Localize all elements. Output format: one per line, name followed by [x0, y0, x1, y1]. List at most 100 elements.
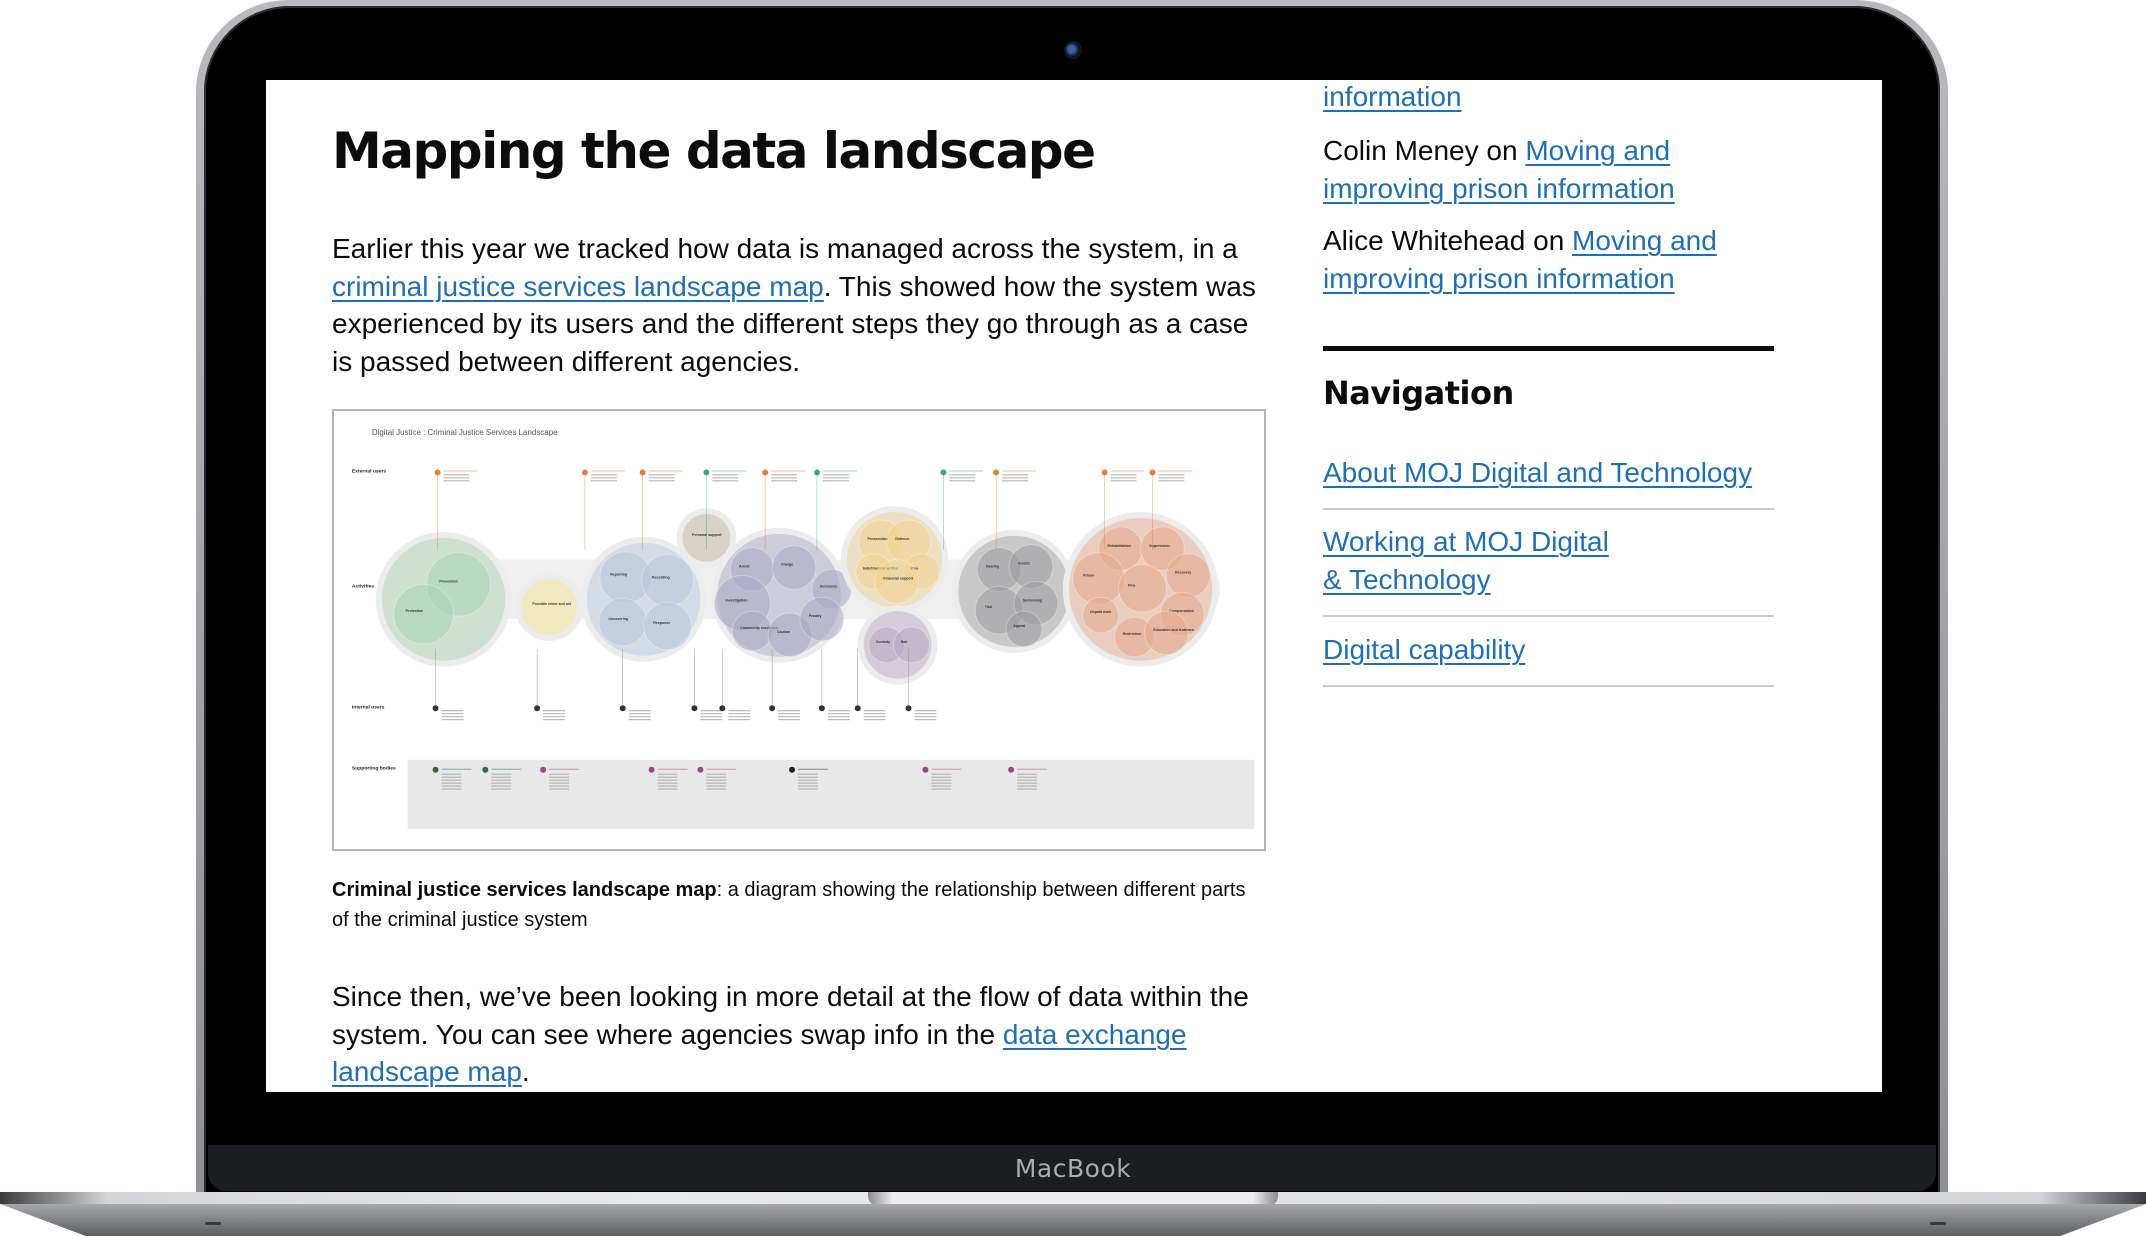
user-description — [443, 477, 470, 479]
paragraph-text: Earlier this year we tracked how data is… — [332, 233, 1238, 264]
user-description — [771, 477, 798, 479]
user-description — [443, 480, 470, 482]
user-description — [914, 713, 937, 715]
body-description — [798, 779, 818, 781]
figure-caption: Criminal justice services landscape map:… — [332, 875, 1266, 935]
user-description — [1158, 480, 1185, 482]
user-description — [822, 477, 849, 479]
body-description — [549, 773, 569, 775]
nav-item-working: Working at MOJ Digital & Technology — [1323, 523, 1774, 617]
body-description — [441, 788, 462, 790]
body-description — [657, 788, 678, 790]
comment-author: Alice Whitehead — [1323, 225, 1526, 256]
user-marker — [719, 705, 726, 712]
body-description — [931, 788, 952, 790]
activity-node — [771, 545, 817, 590]
user-marker — [434, 469, 441, 476]
body-description — [706, 785, 727, 787]
user-marker — [619, 705, 626, 712]
user-marker — [432, 705, 439, 712]
body-description — [706, 773, 727, 775]
landscape-map-figure[interactable]: Digital Justice : Criminal Justice Servi… — [332, 409, 1266, 851]
caption-title: Criminal justice services landscape map — [332, 879, 717, 901]
comment-connector: on — [1478, 135, 1526, 166]
activity-node — [643, 601, 692, 651]
activity-label: Personal support — [692, 533, 722, 537]
row-label: Supporting bodies — [352, 766, 396, 772]
user-description — [1002, 477, 1029, 479]
user-marker — [1149, 469, 1156, 476]
user-description — [712, 480, 739, 482]
body-description — [657, 785, 678, 787]
navigation-heading: Navigation — [1323, 374, 1514, 412]
user-description — [863, 719, 886, 721]
body-description — [706, 782, 727, 784]
nav-link-about[interactable]: About MOJ Digital and Technology — [1323, 457, 1752, 488]
user-description — [628, 710, 651, 712]
user-description — [778, 719, 800, 721]
user-description — [778, 713, 800, 715]
user-description — [863, 713, 886, 715]
activity-label: Investigation — [726, 598, 748, 602]
activity-label: Fine — [1128, 583, 1135, 587]
activity-node — [893, 626, 930, 664]
body-description — [931, 773, 952, 775]
body-description — [798, 782, 818, 784]
body-description — [491, 776, 512, 778]
user-marker — [813, 469, 820, 476]
recent-comment: information — [1323, 80, 1774, 116]
user-marker — [769, 705, 776, 712]
row-label: External users — [352, 468, 386, 474]
user-label-rule — [949, 470, 984, 472]
user-marker — [581, 469, 588, 476]
nav-link-working[interactable]: Working at MOJ Digital & Technology — [1323, 526, 1609, 595]
activity-label: Arrest — [739, 565, 750, 569]
laptop-foot — [1930, 1222, 1946, 1225]
comment-connector: on — [1525, 225, 1573, 256]
user-description — [1110, 474, 1137, 476]
user-description — [712, 477, 739, 479]
landscape-diagram: Digital Justice : Criminal Justice Servi… — [352, 428, 1255, 830]
body-description — [931, 779, 952, 781]
body-label-rule — [931, 768, 962, 770]
user-label-rule — [1110, 470, 1145, 472]
page-title: Mapping the data landscape — [332, 122, 1096, 180]
user-marker — [534, 705, 541, 712]
user-description — [700, 719, 723, 721]
body-label-rule — [549, 768, 579, 770]
user-description — [949, 480, 976, 482]
body-description — [491, 773, 512, 775]
landscape-map-link[interactable]: criminal justice services landscape map — [332, 271, 824, 302]
body-description — [1017, 785, 1037, 787]
body-description — [441, 782, 462, 784]
activity-label: Custody — [876, 640, 890, 644]
activity-label: Education and treatmen — [1153, 628, 1194, 632]
body-description — [657, 773, 678, 775]
body-description — [491, 785, 512, 787]
user-description — [778, 710, 800, 712]
user-description — [700, 710, 723, 712]
follow-up-paragraph: Since then, we’ve been looking in more d… — [332, 978, 1266, 1091]
user-description — [914, 716, 937, 718]
body-description — [549, 788, 569, 790]
activity-node — [641, 554, 694, 607]
body-marker — [922, 766, 929, 773]
laptop-foot — [205, 1222, 221, 1225]
user-label-rule — [590, 470, 625, 472]
user-label-rule — [1158, 470, 1193, 472]
activity-node — [598, 597, 648, 647]
user-marker — [905, 705, 912, 712]
activity-label: Sentencing — [1023, 598, 1042, 602]
user-description — [1158, 474, 1185, 476]
body-description — [706, 788, 727, 790]
user-description — [441, 710, 464, 712]
body-description — [1017, 779, 1037, 781]
comment-post-link[interactable]: information — [1323, 81, 1462, 112]
user-description — [827, 710, 850, 712]
body-description — [1017, 773, 1037, 775]
user-marker — [818, 705, 825, 712]
user-description — [949, 477, 976, 479]
body-marker — [540, 766, 547, 773]
user-description — [700, 716, 723, 718]
nav-link-capability[interactable]: Digital capability — [1323, 634, 1525, 665]
